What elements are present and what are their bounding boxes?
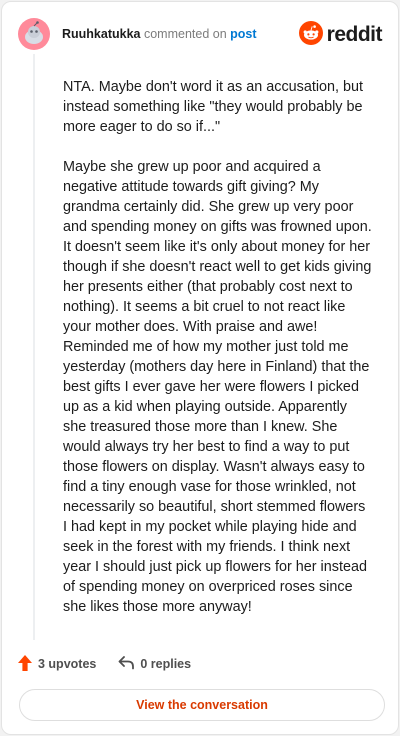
- replies-button[interactable]: 0 replies: [118, 655, 192, 673]
- replies-count: 0 replies: [140, 657, 192, 671]
- username[interactable]: Ruuhkatukka: [62, 27, 141, 41]
- comment-body: NTA. Maybe don't word it as an accusatio…: [63, 77, 373, 637]
- view-conversation-button[interactable]: View the conversation: [19, 689, 385, 721]
- comment-byline: Ruuhkatukka commented on post: [62, 27, 257, 41]
- upvote-count: 3 upvotes: [38, 657, 97, 671]
- byline-action-text: commented on: [143, 27, 227, 41]
- comment-paragraph: NTA. Maybe don't word it as an accusatio…: [63, 79, 364, 135]
- comment-actions: 3 upvotes 0 replies: [18, 654, 191, 674]
- comment-card: Ruuhkatukka commented on post reddit NTA…: [1, 1, 399, 735]
- reddit-brand[interactable]: reddit: [298, 20, 383, 50]
- upvote-button[interactable]: 3 upvotes: [18, 654, 97, 674]
- comment-header: Ruuhkatukka commented on post reddit: [18, 18, 383, 52]
- snoo-avatar-icon[interactable]: [18, 18, 50, 50]
- post-link[interactable]: post: [230, 27, 256, 41]
- upvote-arrow-icon: [18, 654, 38, 674]
- comment-paragraph: Maybe she grew up poor and acquired a ne…: [63, 159, 372, 615]
- reply-arrow-icon: [118, 655, 140, 673]
- reddit-logo-icon: [298, 20, 323, 50]
- brand-wordmark: reddit: [326, 23, 383, 46]
- thread-line: [33, 54, 35, 640]
